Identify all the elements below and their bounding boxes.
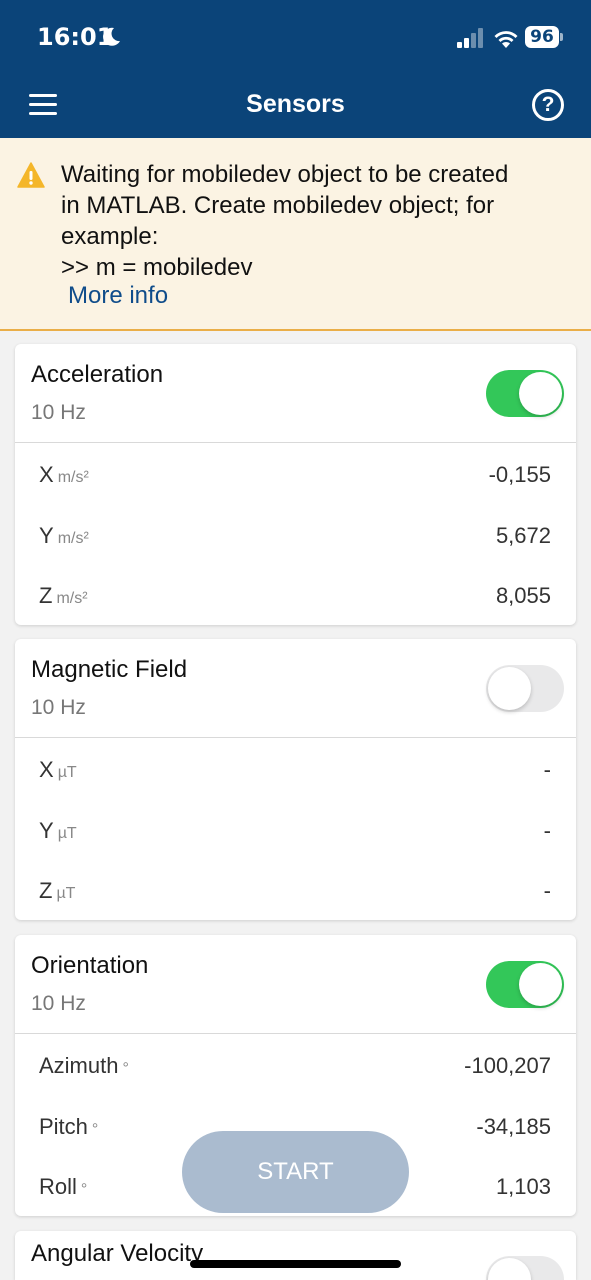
reading-row: Zm/s² 8,055 (15, 564, 576, 625)
sensor-name: Orientation (31, 952, 149, 979)
reading-row: YµT - (15, 799, 576, 860)
axis-label: X (39, 462, 54, 487)
reading-value: 5,672 (495, 522, 551, 548)
sensor-card-angular-velocity: Angular Velocity (15, 1231, 576, 1280)
sensor-name: Magnetic Field (31, 656, 188, 683)
sensor-card-magnetic-field: Magnetic Field 10 Hz XµT - YµT - ZµT - (15, 639, 576, 920)
sensor-rate[interactable]: 10 Hz (31, 696, 86, 720)
axis-label: Z (39, 878, 53, 904)
reading-row: Azimuth ° -100,207 (15, 1034, 576, 1095)
reading-value: 1,103 (495, 1174, 551, 1200)
reading-value: -34,185 (476, 1113, 551, 1139)
reading-value: - (543, 817, 551, 843)
unit-label: ° (91, 1120, 99, 1138)
sensor-name: Angular Velocity (31, 1240, 204, 1267)
more-info-link[interactable]: More info (68, 282, 168, 310)
reading-row: Ym/s² 5,672 (15, 504, 576, 565)
unit-label: µT (56, 885, 76, 903)
page-title: Sensors (246, 90, 345, 118)
axis-label: Y (39, 817, 54, 843)
axis-label: Roll (39, 1174, 77, 1200)
start-button[interactable]: START (182, 1131, 409, 1213)
sensor-name: Acceleration (31, 361, 164, 388)
moon-icon (103, 27, 120, 46)
battery-level: 96 (525, 26, 559, 48)
axis-label: Z (39, 583, 53, 609)
reading-row: Xm/s² -0,155 (15, 443, 576, 504)
angular-velocity-toggle[interactable] (486, 1256, 564, 1280)
axis-label: Pitch (39, 1113, 88, 1139)
reading-value: - (543, 878, 551, 904)
reading-value: - (543, 757, 551, 782)
unit-label: m/s² (56, 590, 88, 608)
app-header: 16:01 96 Sensors ? (0, 0, 591, 138)
warning-message: Waiting for mobiledev object to be creat… (61, 161, 509, 281)
unit-label: µT (57, 764, 77, 781)
unit-label: m/s² (57, 529, 89, 547)
reading-value: -0,155 (488, 462, 551, 487)
acceleration-toggle[interactable] (486, 370, 564, 417)
sensor-rate[interactable]: 10 Hz (31, 992, 86, 1016)
unit-label: µT (57, 824, 77, 842)
wifi-icon (494, 31, 518, 48)
signal-icon (457, 28, 483, 48)
unit-label: m/s² (57, 469, 89, 486)
axis-label: Azimuth (39, 1053, 119, 1078)
unit-label: ° (80, 1181, 88, 1199)
axis-label: X (39, 757, 54, 782)
reading-row: ZµT - (15, 859, 576, 920)
reading-row: XµT - (15, 738, 576, 799)
reading-value: -100,207 (464, 1053, 551, 1078)
warning-icon (17, 162, 45, 188)
sensor-card-acceleration: Acceleration 10 Hz Xm/s² -0,155 Ym/s² 5,… (15, 344, 576, 625)
help-icon[interactable]: ? (532, 89, 564, 121)
unit-label: ° (122, 1060, 129, 1077)
battery-icon: 96 (525, 26, 563, 48)
reading-value: 8,055 (495, 583, 551, 609)
magnetic-field-toggle[interactable] (486, 665, 564, 712)
orientation-toggle[interactable] (486, 961, 564, 1008)
sensor-rate[interactable]: 10 Hz (31, 401, 86, 425)
home-indicator[interactable] (190, 1260, 401, 1268)
axis-label: Y (39, 522, 54, 548)
